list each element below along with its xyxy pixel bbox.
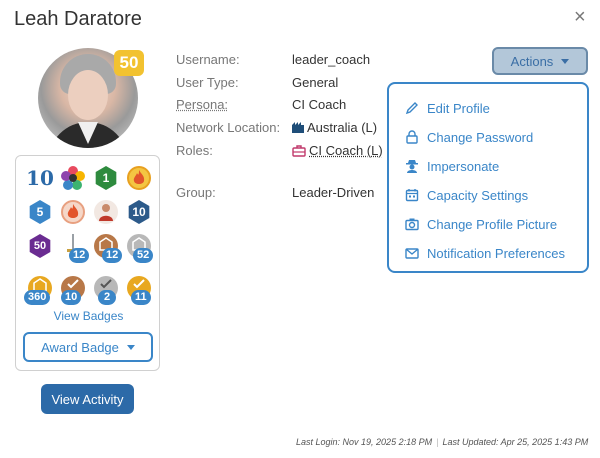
menu-item-capacity-settings[interactable]: Capacity Settings	[405, 185, 528, 205]
menu-item-notification-preferences[interactable]: Notification Preferences	[405, 243, 565, 263]
actions-menu: Edit Profile Change Password Impersonate…	[387, 82, 589, 273]
bronze-medal-icon[interactable]: 12	[92, 232, 123, 263]
silver-check-icon[interactable]: 2	[92, 274, 120, 305]
menu-item-change-password[interactable]: Change Password	[405, 127, 533, 147]
flame-badge-icon[interactable]	[125, 164, 153, 192]
group-label: Group:	[176, 185, 216, 200]
award-badge-button[interactable]: Award Badge	[23, 332, 153, 362]
actions-label: Actions	[510, 53, 554, 69]
user-type-value: General	[292, 75, 339, 90]
close-icon[interactable]: ×	[574, 7, 586, 27]
flower-badge-icon[interactable]	[59, 164, 87, 192]
username-label: Username:	[176, 52, 240, 67]
group-value: Leader-Driven	[292, 185, 375, 200]
sword-badge-icon[interactable]: 12	[59, 232, 90, 263]
blue-hex-badge-icon[interactable]: 5	[26, 198, 54, 226]
footer-timestamps: Last Login: Nov 19, 2025 2:18 PM | Last Up…	[296, 437, 588, 447]
navy-hex-badge-icon[interactable]: 10	[125, 198, 153, 226]
menu-item-change-profile-picture[interactable]: Change Profile Picture	[405, 214, 557, 234]
roles-label: Roles:	[176, 143, 213, 158]
chevron-down-icon	[561, 58, 570, 64]
briefcase-icon	[292, 144, 306, 157]
camera-icon	[405, 218, 419, 231]
profile-name: Leah Daratore	[14, 8, 142, 30]
pencil-icon	[405, 102, 418, 115]
persona-label[interactable]: Persona:	[176, 97, 228, 112]
building-icon	[292, 122, 304, 133]
roles-text: CI Coach (L)	[309, 143, 383, 158]
actions-button[interactable]: Actions	[492, 47, 588, 75]
award-badge-label: Award Badge	[41, 339, 119, 355]
last-updated: Last Updated: Apr 25, 2025 1:43 PM	[442, 437, 589, 447]
badge-panel: 10 1 5 10 50 12 12 52 360 10 2 11 View B…	[15, 155, 160, 371]
level-badge: 50	[114, 50, 144, 76]
footer-separator: |	[436, 437, 439, 447]
envelope-icon	[405, 248, 419, 259]
roles-value[interactable]: CI Coach (L)	[292, 143, 383, 158]
menu-item-edit-profile[interactable]: Edit Profile	[405, 98, 490, 118]
chevron-down-icon	[126, 344, 135, 350]
purple-hex-badge-icon[interactable]: 50	[26, 232, 54, 260]
green-hex-badge-icon[interactable]: 1	[92, 164, 120, 192]
flame-badge-icon[interactable]	[59, 198, 87, 226]
view-badges-link[interactable]: View Badges	[16, 309, 161, 323]
username-value: leader_coach	[292, 52, 371, 67]
calendar-icon	[405, 189, 419, 202]
gold-check-icon[interactable]: 11	[125, 274, 153, 305]
persona-value: CI Coach	[292, 97, 347, 112]
network-location-text: Australia (L)	[307, 120, 378, 135]
bronze-check-icon[interactable]: 10	[59, 274, 87, 305]
gold-medal-icon[interactable]: 360	[24, 274, 54, 305]
person-badge-icon[interactable]	[92, 198, 120, 226]
view-activity-button[interactable]: View Activity	[41, 384, 134, 414]
network-location-value: Australia (L)	[292, 120, 377, 135]
spy-icon	[406, 160, 418, 173]
user-type-label: User Type:	[176, 75, 239, 90]
network-location-label: Network Location:	[176, 120, 281, 135]
ten-badge-icon[interactable]: 10	[26, 164, 54, 192]
lock-icon	[406, 130, 418, 144]
last-login: Last Login: Nov 19, 2025 2:18 PM	[296, 437, 433, 447]
silver-medal-icon[interactable]: 52	[125, 232, 154, 263]
menu-item-impersonate[interactable]: Impersonate	[405, 156, 499, 176]
